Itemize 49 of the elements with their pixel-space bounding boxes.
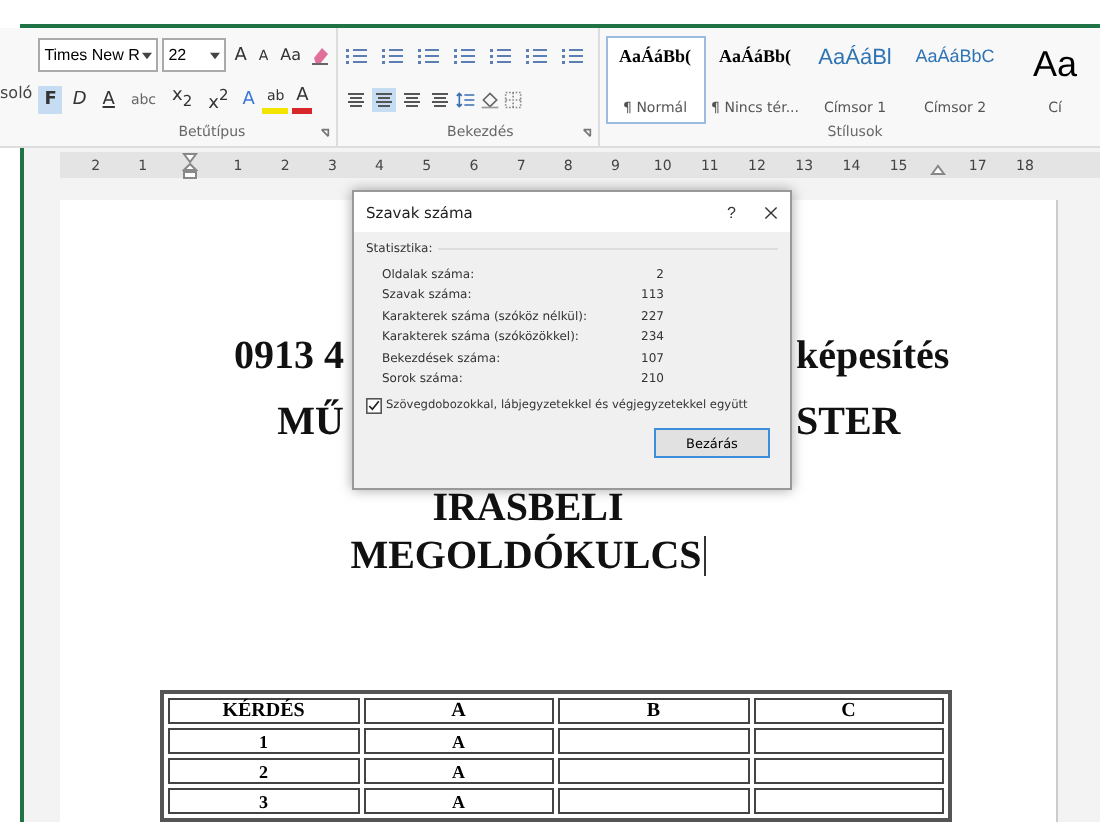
style-preview: Aa (1033, 46, 1078, 82)
close-icon[interactable] (764, 205, 778, 219)
table-cell: 2 (168, 758, 359, 784)
table-header-cell: C (753, 698, 944, 724)
document-heading: STER (796, 400, 901, 446)
font-size-field[interactable]: 22 (162, 38, 227, 72)
bold-button[interactable]: F (38, 85, 63, 113)
text-effects-button[interactable]: A (238, 85, 259, 113)
table-header-cell: KÉRDÉS (168, 698, 359, 724)
right-indent-marker-icon[interactable] (930, 163, 947, 175)
font-color-button[interactable]: A (292, 84, 313, 114)
document-heading: IRASBELI (432, 485, 624, 531)
caret-icon[interactable] (210, 51, 221, 59)
change-case-button[interactable]: Aa (276, 41, 306, 69)
bullet-list-icon[interactable] (343, 45, 370, 65)
borders-icon[interactable] (503, 89, 524, 109)
clipboard-label: soló (0, 84, 33, 102)
style-preview: AaÁáBl (818, 46, 892, 70)
italic-button[interactable]: D (66, 85, 93, 113)
align-center-icon[interactable] (371, 87, 396, 111)
superscript-button[interactable]: x$^{2}$ (202, 81, 235, 117)
style-preview: AaÁáBb( (719, 46, 792, 66)
dialog-launcher-icon[interactable] (581, 127, 592, 137)
underline-button[interactable]: A (96, 85, 121, 113)
table-cell: A (363, 758, 554, 784)
document-heading: képesítés (796, 334, 950, 380)
style-preview: AaÁáBb( (619, 46, 692, 66)
document-heading: MEGOLDÓKULCS (350, 533, 702, 579)
dialog-launcher-icon[interactable] (319, 127, 330, 137)
subscript-button[interactable]: x$_{2}$ (166, 82, 199, 116)
grow-font-button[interactable]: A (230, 41, 251, 69)
table-cell: 1 (168, 728, 359, 754)
table-cell: A (363, 728, 554, 754)
table-header-cell: B (558, 698, 749, 724)
checkbox[interactable] (366, 398, 382, 414)
text-cursor (703, 536, 706, 576)
shading-icon[interactable] (479, 89, 500, 109)
indent-marker-icon[interactable] (182, 151, 199, 179)
line-spacing-icon[interactable] (455, 89, 476, 109)
caret-icon[interactable] (142, 51, 153, 59)
font-name-field[interactable]: Times New R (38, 38, 159, 72)
table-cell: A (363, 788, 554, 814)
style-preview: AaÁáBbC (915, 46, 995, 66)
document-heading: 0913 4 (234, 334, 344, 380)
eraser-icon[interactable] (309, 45, 330, 65)
table-header-cell: A (363, 698, 554, 724)
table-cell: 3 (168, 788, 359, 814)
document-heading: MŰ (277, 400, 344, 446)
help-button[interactable]: ? (727, 203, 736, 221)
